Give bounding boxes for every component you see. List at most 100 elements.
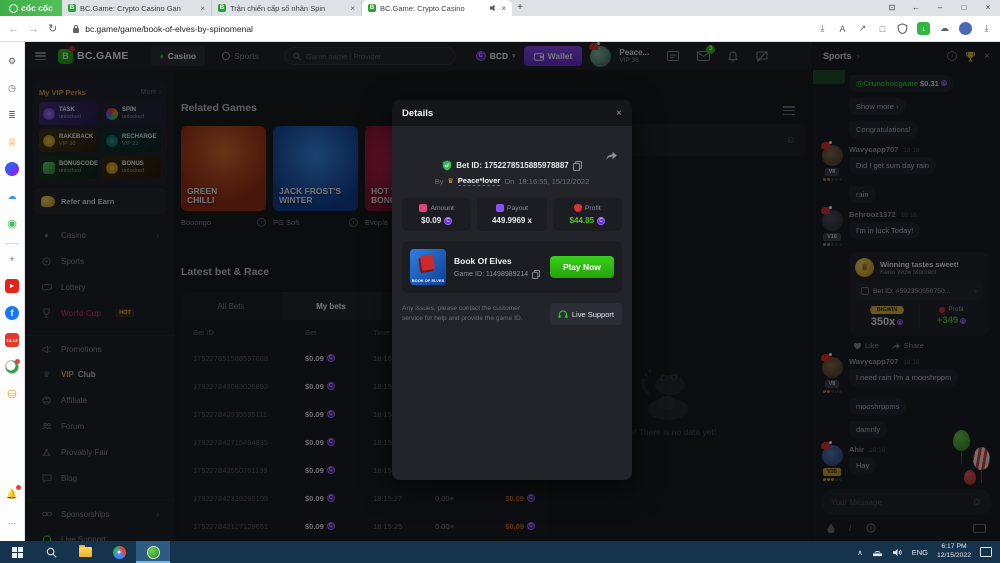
translate-icon[interactable]: A bbox=[837, 23, 848, 34]
chrome-icon bbox=[112, 545, 126, 559]
window-close-button[interactable]: × bbox=[976, 0, 1000, 16]
tab-favicon: B bbox=[218, 4, 226, 12]
coccoc-logo-icon bbox=[9, 3, 19, 13]
browser-tab-strip: cốc cốc B BC.Game: Crypto Casino Gan × B… bbox=[0, 0, 1000, 16]
share-icon[interactable]: ↗ bbox=[857, 23, 868, 34]
football-icon[interactable] bbox=[5, 359, 20, 374]
send-tab-icon[interactable]: ← bbox=[904, 0, 928, 16]
game-info-box: BOOK OF ELVES Book Of Elves Game ID: 114… bbox=[402, 241, 622, 293]
game-thumbnail[interactable]: BOOK OF ELVES bbox=[410, 249, 446, 285]
weather-cloud-icon[interactable]: ☁ bbox=[5, 189, 19, 203]
support-note-row: Any issues, please contact the customer … bbox=[402, 303, 622, 325]
downloader-icon[interactable]: ↓ bbox=[917, 22, 930, 35]
more-options-icon[interactable]: … bbox=[5, 514, 19, 528]
volume-icon[interactable] bbox=[892, 548, 903, 557]
search-icon bbox=[46, 547, 56, 557]
coccoc-sidebar: ⚙ ◷ ≣ ♕ ☁ ◉ + f 15.12 ⛁ 🔔 … bbox=[0, 42, 25, 541]
browser-tab-1[interactable]: B BC.Game: Crypto Casino Gan × bbox=[62, 0, 212, 16]
tab-close-icon[interactable]: × bbox=[350, 4, 355, 13]
tab-title: BC.Game: Crypto Casino bbox=[380, 3, 465, 13]
browser-tab-3-active[interactable]: B BC.Game: Crypto Casino × bbox=[362, 0, 512, 16]
modal-close-icon[interactable]: × bbox=[616, 108, 622, 119]
tab-title: Trận chiến cấp số nhân Spin bbox=[230, 3, 326, 13]
browser-tab-2[interactable]: B Trận chiến cấp số nhân Spin × bbox=[212, 0, 362, 16]
bet-id-text: Bet ID: 1752278515885978887 bbox=[456, 161, 569, 170]
copy-icon[interactable] bbox=[572, 160, 582, 171]
calendar-icon[interactable]: 15.12 bbox=[5, 333, 19, 347]
adblock-shield-icon[interactable] bbox=[897, 23, 908, 34]
coin-icon bbox=[597, 216, 606, 225]
settings-gear-icon[interactable]: ⚙ bbox=[5, 54, 19, 68]
bettor-username[interactable]: Peace*lover bbox=[457, 176, 501, 186]
history-clock-icon[interactable]: ◷ bbox=[5, 81, 19, 95]
messenger-icon[interactable] bbox=[5, 162, 19, 176]
profit-icon bbox=[573, 204, 582, 212]
youtube-icon[interactable] bbox=[5, 279, 19, 293]
bookmark-star-icon[interactable]: □ bbox=[877, 23, 888, 34]
sync-icon[interactable]: ☁ bbox=[939, 23, 950, 34]
windows-logo-icon bbox=[11, 546, 23, 558]
add-shortcut-icon[interactable]: + bbox=[5, 252, 19, 266]
taskbar-tray: ∧ ENG 6:17 PM 12/15/2022 bbox=[857, 543, 1000, 561]
downloads-tray-icon[interactable]: ⤓ bbox=[981, 23, 992, 34]
tab-audio-icon[interactable] bbox=[489, 4, 497, 12]
clock-date: 12/15/2022 bbox=[936, 552, 971, 559]
hot-trends-icon[interactable]: ♕ bbox=[5, 135, 19, 149]
coccoc-button-active[interactable] bbox=[136, 541, 170, 563]
facebook-icon[interactable]: f bbox=[5, 306, 19, 320]
tab-close-icon[interactable]: × bbox=[200, 4, 205, 13]
share-bet-icon[interactable] bbox=[605, 150, 618, 161]
bet-id-line: Bet ID: 1752278515885978887 bbox=[392, 160, 632, 171]
window-maximize-button[interactable]: □ bbox=[952, 0, 976, 16]
game-id-text: Game ID: 11498989214 bbox=[454, 270, 529, 278]
details-modal: Details × Bet ID: 1752278515885978887 By… bbox=[392, 100, 632, 480]
play-now-button[interactable]: Play Now bbox=[550, 256, 614, 278]
back-button[interactable]: ← bbox=[8, 23, 19, 35]
games-gamepad-icon[interactable]: ◉ bbox=[5, 216, 19, 230]
copy-icon[interactable] bbox=[532, 269, 541, 279]
profile-avatar-icon[interactable] bbox=[959, 22, 972, 35]
reload-button[interactable]: ↻ bbox=[48, 22, 57, 35]
screen: cốc cốc B BC.Game: Crypto Casino Gan × B… bbox=[0, 0, 1000, 563]
taskbar-clock[interactable]: 6:17 PM 12/15/2022 bbox=[937, 543, 971, 561]
tab-close-icon[interactable]: × bbox=[501, 4, 506, 13]
browser-toolbar: ← → ↻ bc.game/game/book-of-elves-by-spin… bbox=[0, 16, 1000, 42]
taskbar-search-button[interactable] bbox=[34, 541, 68, 563]
crown-icon: ♛ bbox=[447, 178, 454, 185]
shopping-cart-icon[interactable]: ⛁ bbox=[5, 387, 19, 401]
live-support-button[interactable]: Live Support bbox=[549, 303, 622, 325]
by-label: By bbox=[434, 176, 444, 186]
book-icon bbox=[420, 254, 435, 271]
address-bar[interactable]: bc.game/game/book-of-elves-by-spinomenal bbox=[72, 24, 817, 34]
coccoc-brand-label: cốc cốc bbox=[21, 3, 53, 13]
tray-expand-icon[interactable]: ∧ bbox=[857, 548, 863, 557]
start-button[interactable] bbox=[0, 541, 34, 563]
window-minimize-button[interactable]: – bbox=[928, 0, 952, 16]
coccoc-brand[interactable]: cốc cốc bbox=[0, 0, 62, 16]
tab-favicon: B bbox=[368, 4, 376, 12]
language-indicator[interactable]: ENG bbox=[912, 548, 928, 557]
payout-icon bbox=[495, 204, 504, 212]
save-page-icon[interactable]: ⤓ bbox=[817, 23, 828, 34]
window-controls: ⊡ ← – □ × bbox=[880, 0, 1000, 16]
notifications-bell-icon[interactable]: 🔔 bbox=[5, 485, 21, 501]
forward-button[interactable]: → bbox=[28, 23, 39, 35]
chrome-button[interactable] bbox=[102, 541, 136, 563]
url-text: bc.game/game/book-of-elves-by-spinomenal bbox=[85, 23, 253, 34]
bcgame-page: B BC.GAME ♦ Casino Sports BCD ▾ bbox=[25, 42, 1000, 541]
clock-time: 6:17 PM bbox=[941, 543, 967, 551]
new-tab-button[interactable]: + bbox=[512, 0, 528, 16]
lock-icon bbox=[73, 24, 80, 33]
cast-screen-icon[interactable]: ⊡ bbox=[880, 0, 904, 16]
coccoc-icon bbox=[146, 545, 160, 559]
network-icon[interactable] bbox=[872, 548, 883, 557]
action-center-icon[interactable] bbox=[980, 547, 992, 557]
modal-title: Details bbox=[402, 107, 434, 119]
game-title: Book Of Elves bbox=[454, 255, 512, 266]
tab-title: BC.Game: Crypto Casino Gan bbox=[80, 3, 181, 13]
reading-list-icon[interactable]: ≣ bbox=[5, 108, 19, 122]
sidebar-divider bbox=[5, 243, 19, 244]
file-explorer-button[interactable] bbox=[68, 541, 102, 563]
toolbar-icons: ⤓ A ↗ □ ↓ ☁ ⤓ bbox=[817, 22, 992, 35]
support-note: Any issues, please contact the customer … bbox=[402, 305, 523, 322]
